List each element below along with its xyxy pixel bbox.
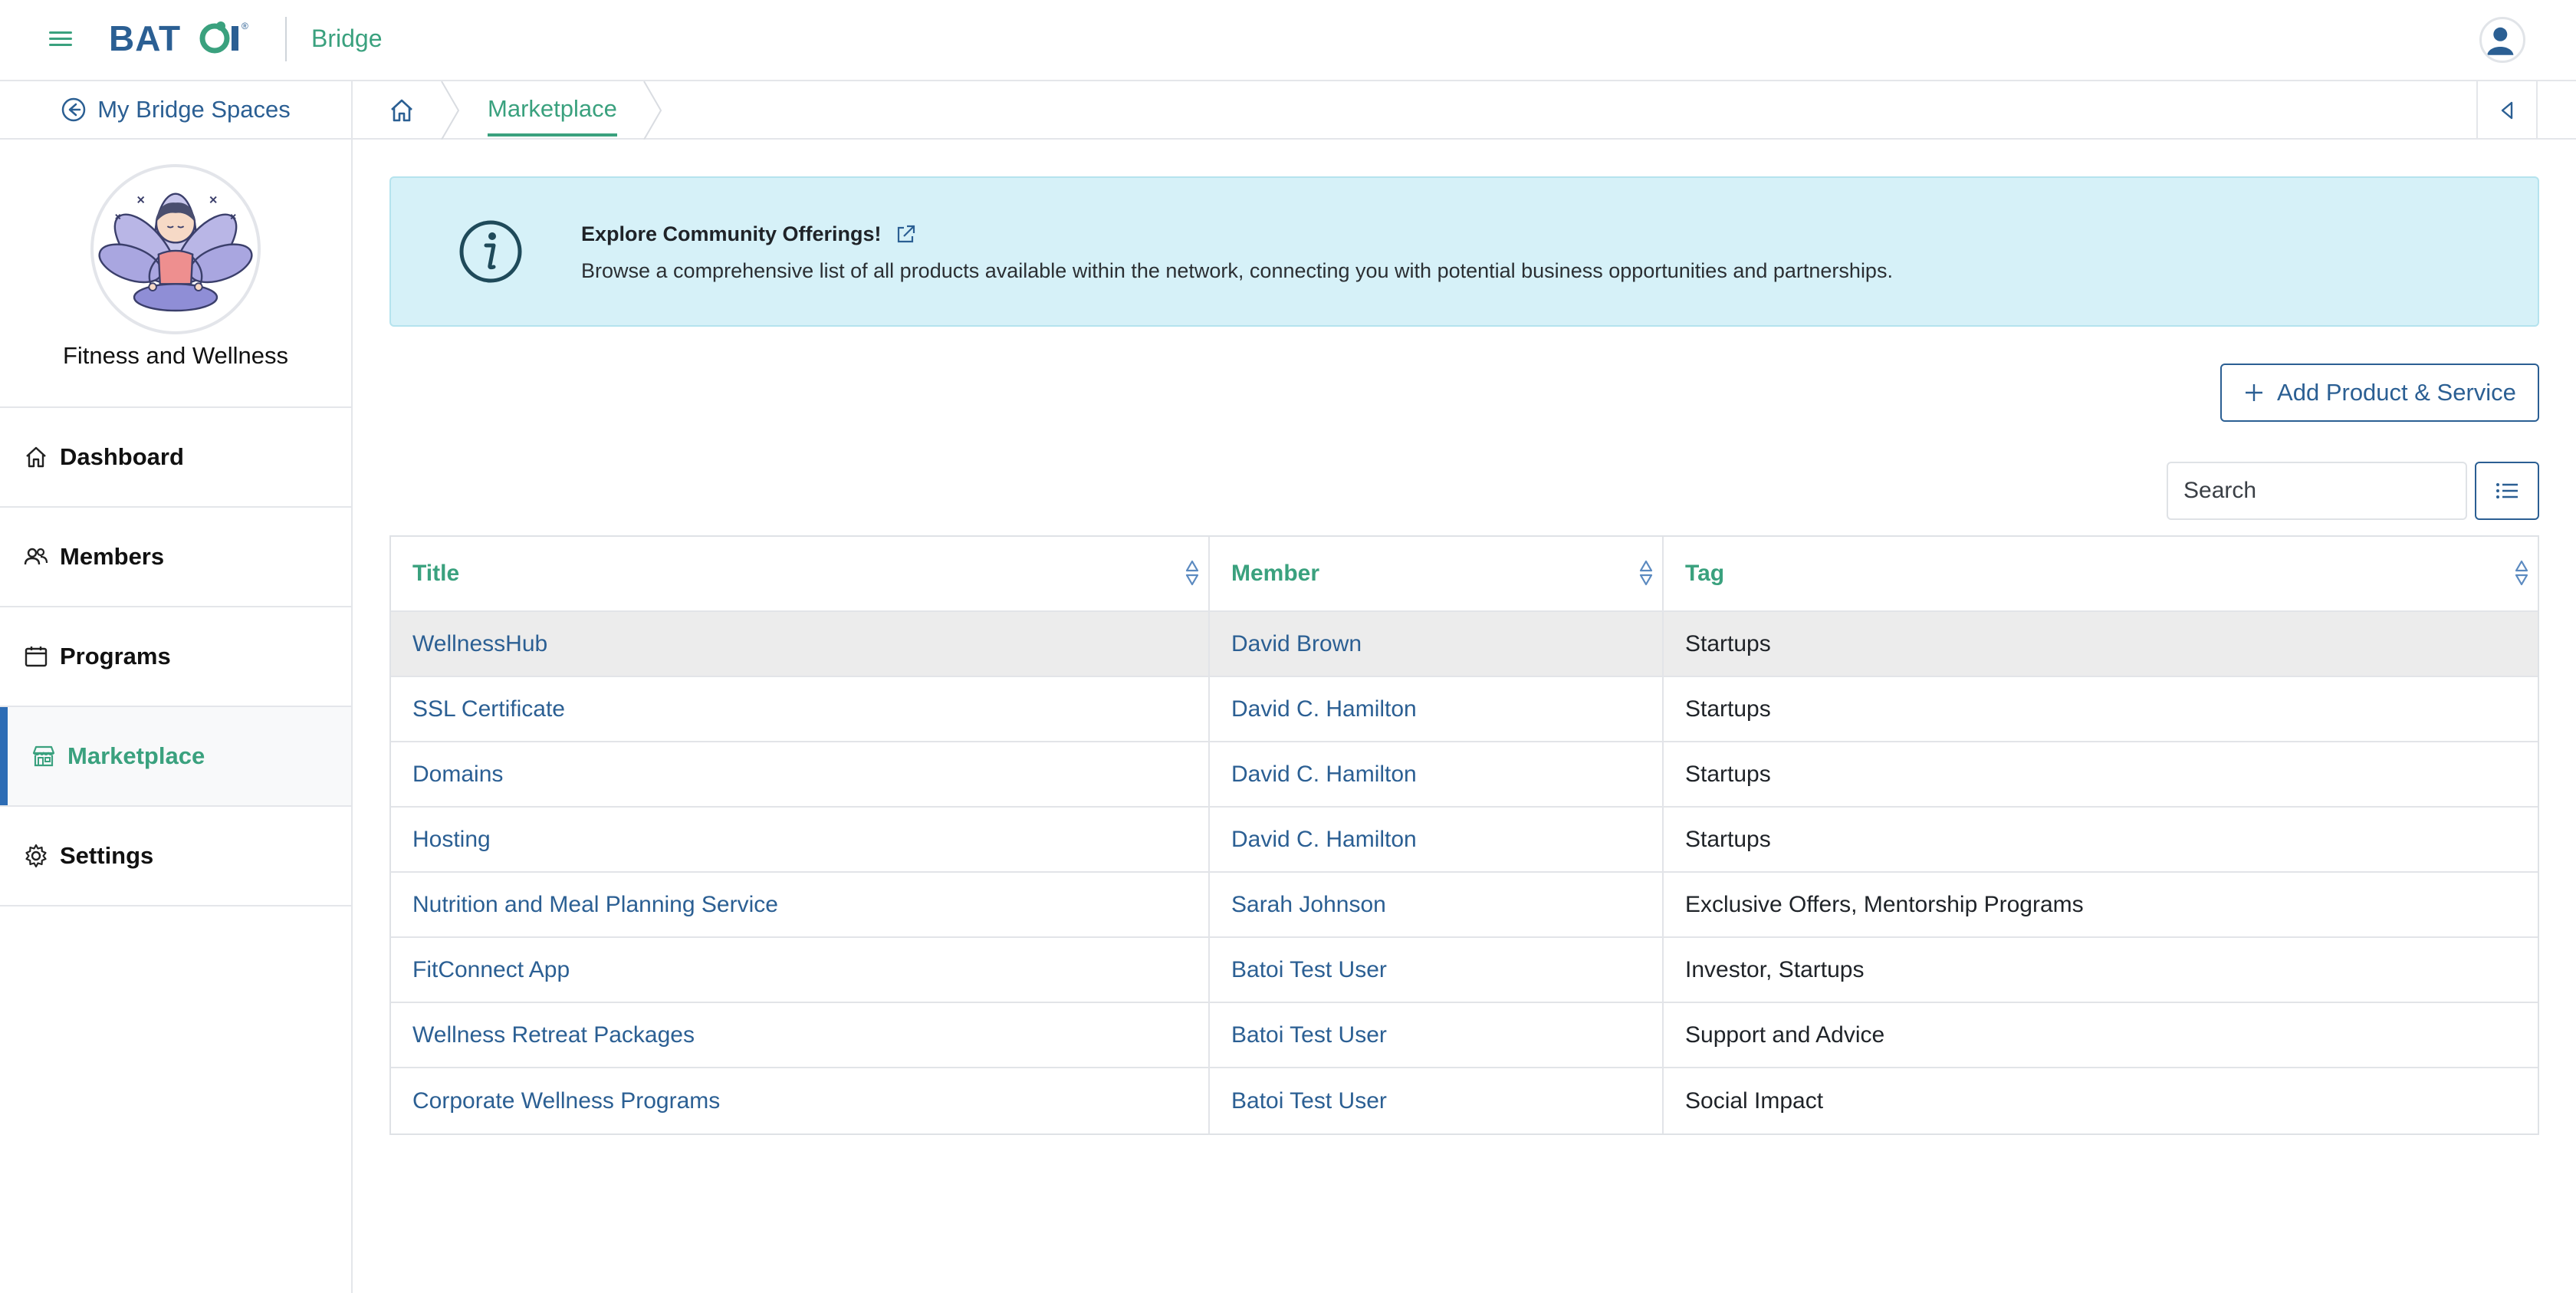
tag-text: Investor, Startups [1685, 956, 1865, 982]
product-title-link[interactable]: Wellness Retreat Packages [412, 1022, 695, 1048]
member-link[interactable]: Batoi Test User [1231, 1088, 1387, 1114]
sidebar-item-label: Marketplace [67, 742, 205, 769]
logo-divider [285, 17, 287, 61]
search-input[interactable] [2167, 462, 2467, 520]
external-link-icon[interactable] [894, 223, 917, 246]
breadcrumb: Marketplace [353, 81, 2576, 140]
tag-text: Exclusive Offers, Mentorship Programs [1685, 891, 2084, 917]
tag-text: Social Impact [1685, 1087, 1824, 1114]
plus-icon [2246, 384, 2263, 401]
sidebar-item-marketplace[interactable]: Marketplace [0, 707, 351, 807]
column-header-label: Member [1231, 561, 1320, 586]
banner-description: Browse a comprehensive list of all produ… [581, 259, 1893, 282]
product-name: Bridge [311, 25, 383, 52]
banner-title-text: Explore Community Offerings! [581, 222, 882, 245]
product-title-link[interactable]: Corporate Wellness Programs [412, 1088, 720, 1114]
add-product-service-button[interactable]: Add Product & Service [2220, 364, 2539, 422]
marketplace-table: Title Member Tag WellnessHub David Brown… [389, 535, 2539, 1135]
space-name: Fitness and Wellness [62, 342, 289, 369]
space-avatar [90, 164, 261, 334]
column-header-label: Tag [1685, 561, 1725, 586]
sidebar-nav: Dashboard Members Programs Marketplace S… [0, 406, 351, 906]
caret-left-icon [2501, 101, 2513, 120]
column-header-title[interactable]: Title [391, 537, 1210, 610]
list-icon [2496, 483, 2518, 498]
product-title-link[interactable]: Domains [412, 762, 503, 788]
my-bridge-spaces-link[interactable]: My Bridge Spaces [0, 81, 351, 140]
column-header-member[interactable]: Member [1210, 537, 1664, 610]
sidebar-item-members[interactable]: Members [0, 508, 351, 607]
hamburger-menu-icon[interactable] [49, 28, 72, 51]
arrow-left-circle-icon [61, 97, 86, 122]
member-link[interactable]: Sarah Johnson [1231, 892, 1386, 918]
table-row[interactable]: FitConnect App Batoi Test User Investor,… [391, 938, 2538, 1003]
member-link[interactable]: David C. Hamilton [1231, 696, 1417, 722]
table-row[interactable]: Domains David C. Hamilton Startups [391, 742, 2538, 808]
table-row[interactable]: WellnessHub David Brown Startups [391, 612, 2538, 677]
sidebar: My Bridge Spaces Fitness and Wellness Da… [0, 81, 353, 1293]
product-title-link[interactable]: Nutrition and Meal Planning Service [412, 892, 778, 918]
product-title-link[interactable]: Hosting [412, 827, 491, 853]
svg-text:®: ® [242, 21, 248, 31]
banner-title: Explore Community Offerings! [581, 222, 917, 246]
member-link[interactable]: Batoi Test User [1231, 1022, 1387, 1048]
sidebar-item-label: Programs [60, 643, 171, 670]
tag-text: Startups [1685, 630, 1771, 656]
table-row[interactable]: Corporate Wellness Programs Batoi Test U… [391, 1068, 2538, 1133]
add-button-label: Add Product & Service [2277, 379, 2516, 406]
sort-icon[interactable] [1184, 559, 1201, 587]
sort-icon[interactable] [1638, 559, 1654, 587]
member-link[interactable]: David Brown [1231, 631, 1362, 657]
home-icon [26, 446, 46, 468]
tag-text: Support and Advice [1685, 1022, 1885, 1048]
tag-text: Startups [1685, 761, 1771, 787]
column-header-tag[interactable]: Tag [1664, 537, 2538, 610]
table-row[interactable]: SSL Certificate David C. Hamilton Startu… [391, 677, 2538, 742]
breadcrumb-separator [441, 81, 460, 140]
home-icon[interactable] [386, 95, 417, 126]
member-link[interactable]: David C. Hamilton [1231, 762, 1417, 788]
tag-text: Startups [1685, 826, 1771, 852]
sidebar-item-settings[interactable]: Settings [0, 807, 351, 906]
info-banner: Explore Community Offerings! Browse a co… [389, 176, 2539, 327]
table-row[interactable]: Nutrition and Meal Planning Service Sara… [391, 873, 2538, 938]
calendar-icon [25, 646, 48, 667]
sidebar-item-label: Settings [60, 842, 154, 869]
tag-text: Startups [1685, 696, 1771, 722]
user-avatar-icon[interactable] [2479, 17, 2525, 63]
product-title-link[interactable]: WellnessHub [412, 631, 547, 657]
table-header-row: Title Member Tag [391, 537, 2538, 612]
breadcrumb-current[interactable]: Marketplace [488, 95, 617, 137]
list-view-button[interactable] [2475, 462, 2539, 520]
table-row[interactable]: Hosting David C. Hamilton Startups [391, 808, 2538, 873]
table-row[interactable]: Wellness Retreat Packages Batoi Test Use… [391, 1003, 2538, 1068]
product-title-link[interactable]: SSL Certificate [412, 696, 565, 722]
store-icon [32, 745, 55, 767]
collapse-panel-button[interactable] [2476, 81, 2538, 140]
column-header-label: Title [412, 561, 460, 586]
member-link[interactable]: David C. Hamilton [1231, 827, 1417, 853]
sidebar-item-programs[interactable]: Programs [0, 607, 351, 707]
gear-icon [25, 844, 47, 868]
breadcrumb-separator [643, 81, 662, 140]
svg-text:BAT: BAT [109, 18, 181, 58]
users-icon [24, 548, 48, 565]
sidebar-item-label: Members [60, 543, 165, 570]
sidebar-item-dashboard[interactable]: Dashboard [0, 408, 351, 508]
sort-icon[interactable] [2513, 559, 2530, 587]
product-title-link[interactable]: FitConnect App [412, 957, 570, 983]
sidebar-item-label: Dashboard [60, 443, 184, 470]
batoi-logo[interactable]: BAT ® [107, 15, 261, 61]
member-link[interactable]: Batoi Test User [1231, 957, 1387, 983]
top-bar: BAT ® Bridge [0, 0, 2576, 81]
info-icon [459, 220, 522, 283]
back-link-label: My Bridge Spaces [97, 96, 291, 123]
